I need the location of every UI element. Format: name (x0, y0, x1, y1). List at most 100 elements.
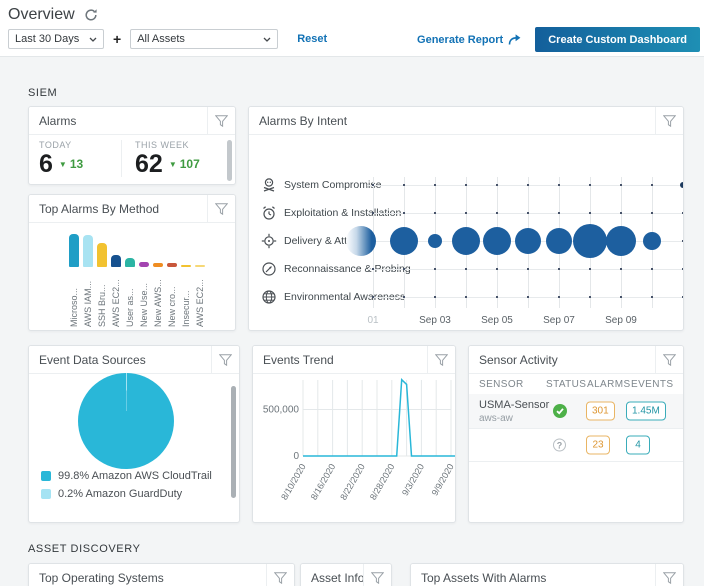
status-ok-icon (553, 404, 567, 418)
method-bar[interactable] (125, 258, 135, 267)
events-trend-line-chart[interactable]: 500,000 08/10/2020 8/16/2020 8/22/2020 8/28/… (253, 374, 455, 522)
top-assets-with-alarms-card: Top Assets With Alarms (410, 563, 684, 586)
create-custom-dashboard-button[interactable]: Create Custom Dashboard (535, 27, 700, 52)
alarm-clock-icon (263, 206, 275, 220)
method-bar[interactable] (181, 265, 191, 267)
asset-filter-select[interactable]: All Assets (130, 29, 279, 49)
trend-card-title: Events Trend (263, 352, 334, 367)
alarm-bubble[interactable] (573, 224, 607, 258)
alarm-bubble[interactable] (515, 228, 541, 254)
column-header-events: EVENTS (631, 379, 674, 390)
alarms-count-badge[interactable]: 301 (586, 401, 615, 421)
topbar: Overview Last 30 Days + All Assets Reset… (0, 0, 704, 57)
sensors-card-title: Sensor Activity (479, 352, 558, 367)
compass-gauge-icon (262, 262, 276, 276)
sensor-name: USMA-Sensor (479, 399, 550, 411)
status-unknown-icon: ? (553, 438, 566, 452)
filter-bar: Last 30 Days + All Assets Reset (8, 29, 327, 49)
method-bar[interactable] (97, 243, 107, 267)
bar-category-label: Microso... (69, 287, 79, 327)
x-axis-tick: 01 (367, 315, 379, 326)
event-data-sources-card: Event Data Sources 99.8% Amazon AWS Clou… (28, 345, 240, 523)
alarm-bubble[interactable] (428, 234, 442, 248)
today-delta: ▼ 13 (58, 157, 84, 171)
method-bar[interactable] (69, 234, 79, 267)
filter-funnel-icon[interactable] (655, 346, 683, 373)
svg-text:9/3/2020: 9/3/2020 (400, 462, 426, 497)
svg-text:500,000: 500,000 (263, 405, 300, 416)
today-value: 6 (39, 150, 53, 178)
alarm-bubble[interactable] (680, 182, 683, 188)
method-bar[interactable] (139, 262, 149, 267)
filter-funnel-icon[interactable] (655, 564, 683, 586)
time-range-select[interactable]: Last 30 Days (8, 29, 104, 49)
filter-funnel-icon[interactable] (427, 346, 455, 373)
globe-grid-icon (262, 290, 276, 304)
filter-funnel-icon[interactable] (207, 195, 235, 222)
alarm-bubble[interactable] (643, 232, 661, 250)
x-axis-tick: Sep 07 (543, 315, 575, 326)
method-bar[interactable] (167, 263, 177, 267)
topbar-actions: Generate Report Create Custom Dashboard (417, 27, 700, 52)
method-bar[interactable] (83, 235, 93, 267)
method-bar[interactable] (195, 265, 205, 267)
event-sources-pie-chart[interactable] (78, 373, 174, 469)
x-axis-tick: Sep 03 (419, 315, 451, 326)
os-card-title: Top Operating Systems (39, 570, 164, 585)
method-bar[interactable] (111, 255, 121, 267)
scrollbar-thumb[interactable] (231, 386, 236, 498)
alarm-bubble[interactable] (483, 227, 511, 255)
events-trend-card: Events Trend 500,000 0 8/10/2020 8/16/2020 8… (252, 345, 456, 523)
method-bar[interactable] (153, 263, 163, 267)
reset-button[interactable]: Reset (297, 33, 327, 45)
filter-funnel-icon[interactable] (363, 564, 391, 586)
filter-funnel-icon[interactable] (655, 107, 683, 134)
legend-swatch (41, 471, 51, 481)
legend-system-compromise: System Compromise (261, 177, 381, 193)
scrollbar-thumb[interactable] (227, 140, 232, 181)
alarm-bubble[interactable] (546, 228, 572, 254)
column-header-alarms: ALARMS (587, 379, 631, 390)
asset-discovery-section-label: ASSET DISCOVERY (28, 543, 141, 555)
top-operating-systems-card: Top Operating Systems (28, 563, 295, 586)
alarms-by-intent-card: Alarms By Intent System Compromise Explo… (248, 106, 684, 331)
bar-category-label: User as... (125, 288, 135, 327)
legend-swatch (41, 489, 51, 499)
intent-bubble-chart[interactable]: System Compromise Exploitation & Install… (249, 135, 683, 330)
x-axis-tick: Sep 05 (481, 315, 513, 326)
arrow-down-icon: ▼ (168, 159, 177, 169)
chevron-down-icon (89, 37, 97, 42)
column-header-status: STATUS (546, 379, 587, 390)
top-alarms-by-method-card: Top Alarms By Method Microso... AWS IAM..… (28, 194, 236, 331)
refresh-icon[interactable] (84, 8, 98, 22)
bar-category-label: New cro... (167, 286, 177, 327)
events-count-badge[interactable]: 4 (626, 435, 650, 455)
dashboard-page: Overview Last 30 Days + All Assets Reset… (0, 0, 704, 586)
sensor-table-row[interactable]: USMA-Sensor aws-aw 301 1.45M (469, 394, 683, 429)
alarm-bubble[interactable] (345, 226, 376, 256)
method-bar-chart[interactable]: Microso... AWS IAM... SSH Bru... AWS EC2...… (29, 223, 235, 330)
bar-category-label: AWS IAM... (83, 280, 93, 327)
method-card-title: Top Alarms By Method (39, 201, 160, 216)
filter-funnel-icon[interactable] (207, 107, 235, 134)
pie-legend-item: 99.8% Amazon AWS CloudTrail (41, 470, 212, 482)
events-count-badge[interactable]: 1.45M (626, 401, 666, 421)
filter-funnel-icon[interactable] (266, 564, 294, 586)
share-arrow-icon (508, 34, 521, 45)
week-value: 62 (135, 150, 163, 178)
add-filter-button[interactable]: + (113, 31, 121, 47)
alarm-bubble[interactable] (390, 227, 418, 255)
week-delta: ▼ 107 (168, 157, 200, 171)
generate-report-link[interactable]: Generate Report (417, 34, 521, 46)
sensor-table-row[interactable]: ? 23 4 (469, 429, 683, 462)
alarms-count-badge[interactable]: 23 (586, 435, 610, 455)
alarm-bubble[interactable] (452, 227, 480, 255)
pie-legend-item: 0.2% Amazon GuardDuty (41, 488, 182, 500)
alarms-card: Alarms TODAY 6 ▼ 13 THIS WEEK 62 ▼ 107 (28, 106, 236, 185)
alarm-bubble[interactable] (606, 226, 636, 256)
alarms-card-title: Alarms (39, 113, 77, 128)
this-week-label: THIS WEEK (135, 140, 190, 150)
filter-funnel-icon[interactable] (211, 346, 239, 373)
top-assets-card-title: Top Assets With Alarms (421, 570, 547, 585)
bar-category-label: Insecur... (181, 290, 191, 327)
